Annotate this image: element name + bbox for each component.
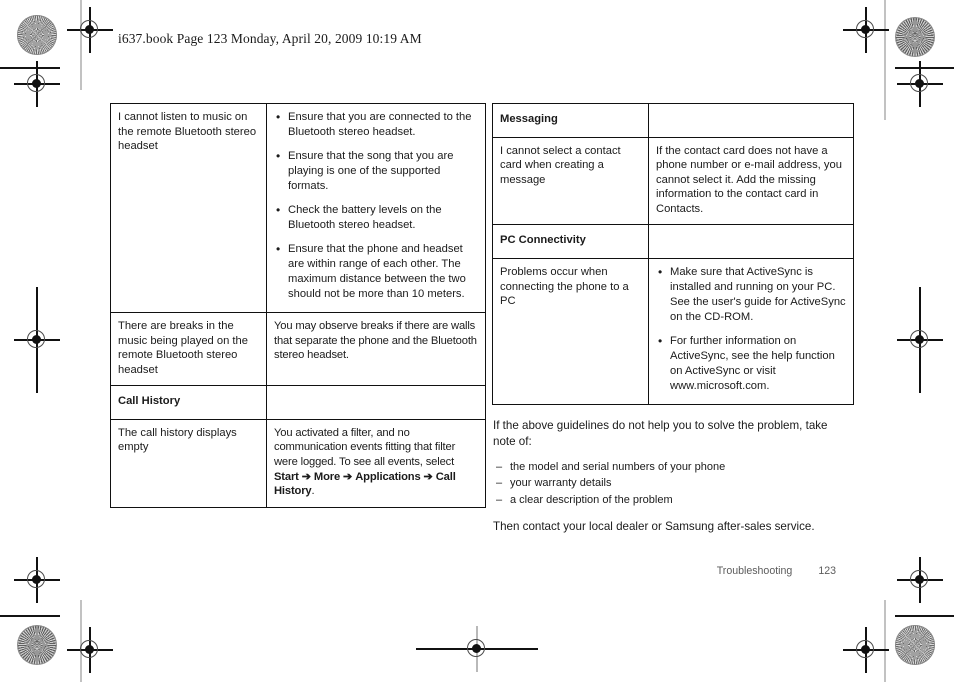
solution-cell: If the contact card does not have a phon… xyxy=(648,136,854,226)
problem-cell: Problems occur when connecting the phone… xyxy=(492,257,649,405)
list-item: Check the battery levels on the Bluetoot… xyxy=(274,202,478,233)
footer-section-name: Troubleshooting xyxy=(716,565,793,577)
registration-starburst-bottom-right xyxy=(895,625,935,665)
table-section-row: Call History xyxy=(110,385,486,420)
section-header-empty-cell xyxy=(648,103,854,138)
list-item: Make sure that ActiveSync is installed a… xyxy=(656,264,846,325)
list-item: Ensure that you are connected to the Blu… xyxy=(274,109,478,140)
registration-mark-left-center xyxy=(14,287,60,393)
book-header-info: i637.book Page 123 Monday, April 20, 200… xyxy=(118,31,422,46)
closing-outro-text: Then contact your local dealer or Samsun… xyxy=(493,519,815,533)
footer-page-number: 123 xyxy=(818,565,836,577)
menu-path-more: More xyxy=(313,470,341,483)
table-row: I cannot select a contact card when crea… xyxy=(492,136,854,226)
section-header-empty-cell xyxy=(266,385,486,420)
troubleshooting-table-left: I cannot listen to music on the remote B… xyxy=(110,103,486,508)
problem-cell: I cannot listen to music on the remote B… xyxy=(110,103,267,313)
registration-mark-bottom-right-inner xyxy=(843,627,889,673)
table-row: I cannot listen to music on the remote B… xyxy=(110,103,486,313)
table-section-row: PC Connectivity xyxy=(492,224,854,259)
closing-intro-text: If the above guidelines do not help you … xyxy=(493,419,828,448)
registration-mark-top-right-outer xyxy=(897,61,943,107)
registration-starburst-top-left xyxy=(17,15,57,55)
section-header-cell: Messaging xyxy=(492,103,649,138)
problem-cell: The call history displays empty xyxy=(110,418,267,508)
list-item: Ensure that the phone and headset are wi… xyxy=(274,241,478,302)
solution-text: You activated a filter, and no communica… xyxy=(274,426,478,499)
solution-cell: Ensure that you are connected to the Blu… xyxy=(266,103,486,313)
table-row: The call history displays empty You acti… xyxy=(110,418,486,508)
page-canvas: i637.book Page 123 Monday, April 20, 200… xyxy=(0,0,954,682)
arrow-icon: ➔ xyxy=(343,470,353,483)
list-item: the model and serial numbers of your pho… xyxy=(493,459,843,476)
solution-suffix-text: . xyxy=(311,485,315,498)
solution-prefix-text: You activated a filter, and no communica… xyxy=(274,426,456,468)
section-header-cell: Call History xyxy=(110,385,267,420)
menu-path-applications: Applications xyxy=(355,470,421,483)
registration-mark-top-left-inner xyxy=(67,7,113,53)
section-header-empty-cell xyxy=(648,224,854,259)
table-row: Problems occur when connecting the phone… xyxy=(492,257,854,405)
arrow-icon: ➔ xyxy=(301,470,311,483)
note-items-list: the model and serial numbers of your pho… xyxy=(493,459,843,509)
solution-cell: You may observe breaks if there are wall… xyxy=(266,311,486,387)
trim-guide-right xyxy=(884,0,886,120)
registration-mark-top-left-outer xyxy=(14,61,60,107)
trim-line-bottom-right xyxy=(895,615,954,617)
trim-line-bottom-left xyxy=(0,615,60,617)
registration-mark-right-center xyxy=(897,287,943,393)
closing-instructions: If the above guidelines do not help you … xyxy=(493,418,843,543)
problem-cell: There are breaks in the music being play… xyxy=(110,311,267,387)
list-item: a clear description of the problem xyxy=(493,492,843,509)
list-item: your warranty details xyxy=(493,475,843,492)
list-item: For further information on ActiveSync, s… xyxy=(656,333,846,394)
table-section-row: Messaging xyxy=(492,103,854,138)
trim-guide-right-bottom xyxy=(884,600,886,682)
page-footer: Troubleshooting 123 xyxy=(0,565,954,577)
table-row: There are breaks in the music being play… xyxy=(110,311,486,387)
solution-cell: Make sure that ActiveSync is installed a… xyxy=(648,257,854,405)
solution-cell: You activated a filter, and no communica… xyxy=(266,418,486,508)
registration-mark-bottom-left-inner xyxy=(67,627,113,673)
registration-starburst-bottom-left xyxy=(17,625,57,665)
solution-bullet-list: Ensure that you are connected to the Blu… xyxy=(274,109,478,302)
menu-path-start: Start xyxy=(274,470,299,483)
section-header-cell: PC Connectivity xyxy=(492,224,649,259)
troubleshooting-table-right: Messaging I cannot select a contact card… xyxy=(492,103,854,405)
arrow-icon: ➔ xyxy=(423,470,433,483)
registration-mark-top-right-inner xyxy=(843,7,889,53)
registration-mark-bottom-center xyxy=(416,626,538,672)
problem-cell: I cannot select a contact card when crea… xyxy=(492,136,649,226)
list-item: Ensure that the song that you are playin… xyxy=(274,148,478,194)
solution-bullet-list: Make sure that ActiveSync is installed a… xyxy=(656,264,846,394)
registration-starburst-top-right xyxy=(895,17,935,57)
